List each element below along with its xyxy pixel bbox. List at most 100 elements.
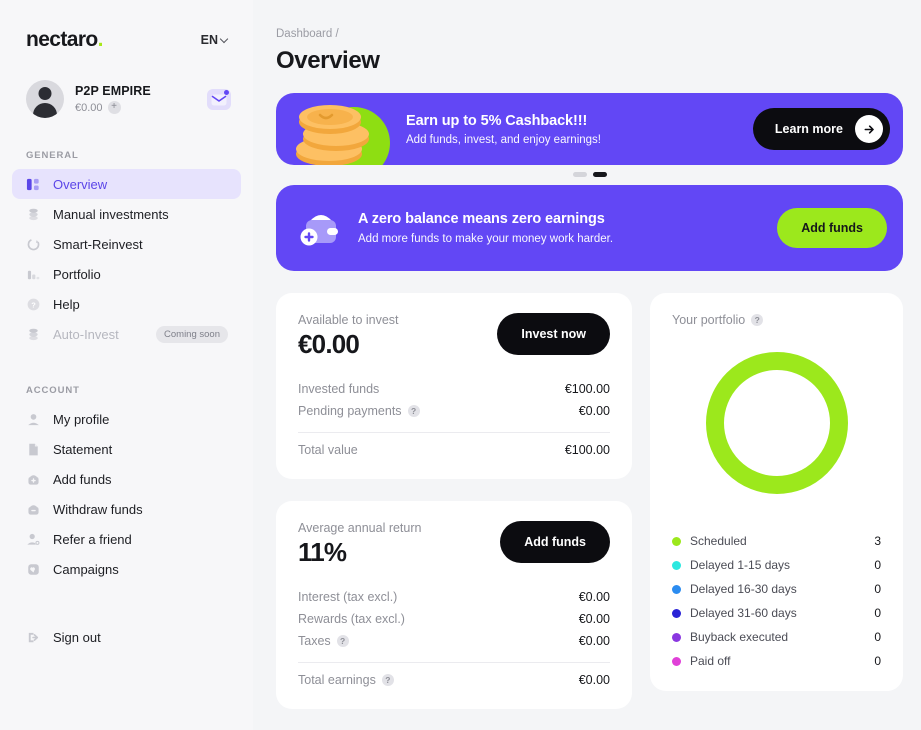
envelope-glyph bbox=[211, 94, 227, 105]
legend-swatch bbox=[672, 608, 681, 618]
sidebar-item-portfolio[interactable]: Portfolio bbox=[12, 259, 241, 289]
language-label: EN bbox=[200, 33, 218, 47]
app-logo[interactable]: nectaro. bbox=[26, 28, 104, 52]
cards-left-column: Available to invest €0.00 Invest now Inv… bbox=[276, 293, 632, 709]
notification-dot bbox=[224, 90, 229, 95]
total-earnings-text: Total earnings bbox=[298, 673, 376, 687]
legend-count: 0 bbox=[874, 630, 881, 644]
legend-swatch bbox=[672, 584, 681, 594]
coins-stack-icon bbox=[25, 326, 42, 343]
profile-name: P2P EMPIRE bbox=[75, 84, 151, 98]
sidebar-item-smart-reinvest[interactable]: Smart-Reinvest bbox=[12, 229, 241, 259]
sidebar-item-statement[interactable]: Statement bbox=[12, 434, 241, 464]
legend-item[interactable]: Delayed 16-30 days 0 bbox=[672, 577, 881, 601]
sidebar-item-label: Statement bbox=[53, 441, 113, 457]
sidebar-item-label: My profile bbox=[53, 411, 110, 427]
total-value-label: Total value bbox=[298, 443, 358, 457]
legend-swatch bbox=[672, 656, 681, 666]
sidebar-item-help[interactable]: ? Help bbox=[12, 289, 241, 319]
user-gear-icon bbox=[25, 531, 42, 548]
logo-dot: . bbox=[97, 28, 104, 51]
add-balance-button[interactable]: + bbox=[107, 101, 121, 114]
profile-summary[interactable]: P2P EMPIRE €0.00 + bbox=[0, 80, 253, 118]
legend-item[interactable]: Delayed 1-15 days 0 bbox=[672, 553, 881, 577]
card-headline: Average annual return 11% bbox=[298, 521, 421, 568]
promo-headline: Earn up to 5% Cashback!!! bbox=[406, 112, 588, 129]
sidebar-item-label: Add funds bbox=[53, 471, 112, 487]
sidebar-item-overview[interactable]: Overview bbox=[12, 169, 241, 199]
detail-row-value: €100.00 bbox=[564, 382, 610, 396]
sidebar: nectaro. EN P2P EMPIRE €0.00 + GENERAL O… bbox=[0, 0, 253, 730]
promo-banner[interactable]: Earn up to 5% Cashback!!! Add funds, inv… bbox=[276, 93, 903, 165]
legend-item[interactable]: Delayed 31-60 days 0 bbox=[672, 601, 881, 625]
learn-more-label: Learn more bbox=[774, 122, 843, 136]
profile-meta: P2P EMPIRE €0.00 + bbox=[75, 84, 196, 114]
legend-item[interactable]: Scheduled 3 bbox=[672, 529, 881, 553]
sidebar-header: nectaro. EN bbox=[0, 28, 253, 52]
sidebar-item-label: Smart-Reinvest bbox=[53, 236, 143, 252]
average-annual-return-card: Average annual return 11% Add funds Inte… bbox=[276, 501, 632, 709]
wallet-plus-icon bbox=[25, 471, 42, 488]
document-icon bbox=[25, 441, 42, 458]
sidebar-item-refer-a-friend[interactable]: Refer a friend bbox=[12, 524, 241, 554]
nav-group-account-label: ACCOUNT bbox=[26, 385, 80, 396]
carousel-dot-1[interactable] bbox=[572, 172, 587, 177]
card-header: Average annual return 11% Add funds bbox=[298, 521, 610, 568]
sidebar-item-campaigns[interactable]: Campaigns bbox=[12, 554, 241, 584]
nav-general: Overview Manual investments Smart-Reinvest… bbox=[0, 169, 253, 349]
zero-banner-headline: A zero balance means zero earnings bbox=[358, 211, 605, 227]
add-funds-banner-button[interactable]: Add funds bbox=[777, 208, 887, 248]
cards-grid: Available to invest €0.00 Invest now Inv… bbox=[276, 293, 903, 709]
detail-row-value: €0.00 bbox=[578, 634, 610, 648]
question-circle-icon[interactable]: ? bbox=[381, 674, 394, 686]
legend-count: 0 bbox=[874, 558, 881, 572]
portfolio-header: Your portfolio ? bbox=[672, 313, 881, 327]
portfolio-donut-chart bbox=[672, 343, 881, 503]
add-funds-card-button[interactable]: Add funds bbox=[500, 521, 610, 563]
total-earnings-row: Total earnings ? €0.00 bbox=[298, 669, 610, 691]
envelope-icon[interactable] bbox=[207, 88, 231, 110]
carousel-dots bbox=[276, 172, 903, 177]
svg-text:?: ? bbox=[31, 300, 36, 309]
legend-label: Delayed 31-60 days bbox=[690, 606, 797, 620]
language-selector[interactable]: EN bbox=[201, 33, 229, 47]
promo-text: Earn up to 5% Cashback!!! Add funds, inv… bbox=[406, 113, 601, 146]
card-header: Available to invest €0.00 Invest now bbox=[298, 313, 610, 360]
app-root: nectaro. EN P2P EMPIRE €0.00 + GENERAL O… bbox=[0, 0, 921, 730]
carousel-dot-2[interactable] bbox=[592, 172, 607, 177]
sidebar-item-label: Campaigns bbox=[53, 561, 119, 577]
detail-row-label: Rewards (tax excl.) bbox=[298, 612, 405, 626]
return-value: 11% bbox=[298, 537, 347, 567]
main-content: Dashboard / Overview Earn up to 5% Cashb… bbox=[253, 0, 921, 730]
sidebar-item-label: Portfolio bbox=[53, 266, 101, 282]
question-circle-icon[interactable]: ? bbox=[751, 314, 764, 326]
promo-subline: Add funds, invest, and enjoy earnings! bbox=[406, 133, 601, 146]
legend-label: Buyback executed bbox=[690, 630, 789, 644]
detail-row-text: Taxes bbox=[298, 634, 331, 648]
coming-soon-badge: Coming soon bbox=[156, 325, 228, 343]
sidebar-item-add-funds[interactable]: Add funds bbox=[12, 464, 241, 494]
question-circle-icon[interactable]: ? bbox=[407, 405, 420, 417]
cards-right-column: Your portfolio ? Scheduled 3 Delayed 1-15 … bbox=[650, 293, 903, 691]
learn-more-button[interactable]: Learn more bbox=[752, 108, 890, 150]
sidebar-item-my-profile[interactable]: My profile bbox=[12, 404, 241, 434]
sidebar-item-manual-investments[interactable]: Manual investments bbox=[12, 199, 241, 229]
return-label: Average annual return bbox=[298, 521, 422, 535]
detail-row: Rewards (tax excl.) €0.00 bbox=[298, 608, 610, 630]
wallet-plus-icon bbox=[296, 203, 346, 253]
sidebar-item-withdraw-funds[interactable]: Withdraw funds bbox=[12, 494, 241, 524]
invest-now-button[interactable]: Invest now bbox=[497, 313, 610, 355]
breadcrumb[interactable]: Dashboard / bbox=[276, 28, 903, 40]
detail-row: Pending payments? €0.00 bbox=[298, 400, 610, 422]
return-rows: Interest (tax excl.) €0.00 Rewards (tax ex… bbox=[298, 586, 610, 652]
detail-row-value: €0.00 bbox=[578, 404, 610, 418]
gold-coins-icon bbox=[296, 105, 390, 165]
legend-count: 3 bbox=[874, 534, 881, 548]
legend-item[interactable]: Paid off 0 bbox=[672, 649, 881, 673]
legend-item[interactable]: Buyback executed 0 bbox=[672, 625, 881, 649]
zero-banner-text: A zero balance means zero earnings Add m… bbox=[358, 211, 777, 245]
question-circle-icon[interactable]: ? bbox=[336, 635, 349, 647]
sidebar-item-sign-out[interactable]: Sign out bbox=[12, 622, 241, 652]
zero-balance-banner: A zero balance means zero earnings Add m… bbox=[276, 185, 903, 271]
detail-row-label: Pending payments? bbox=[298, 404, 420, 418]
